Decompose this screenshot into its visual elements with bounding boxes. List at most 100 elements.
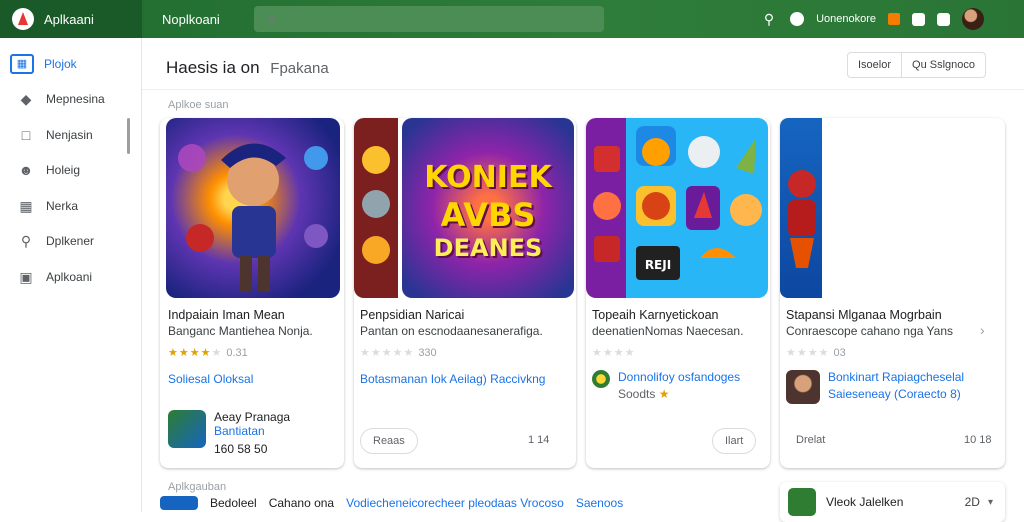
status-dot-icon (790, 12, 805, 26)
rating-value: 330 (418, 346, 437, 359)
page-subtitle: Fpakana (270, 60, 329, 77)
app-artwork: REJI (586, 118, 768, 298)
card-rating: ★★★★★ 330 (360, 346, 437, 360)
card-title: Indpaiain Iman Mean (168, 308, 285, 322)
app-artwork (166, 118, 340, 298)
app-card[interactable]: Stapansi Mlganaa Mogrbain Conraescope ca… (780, 118, 1005, 468)
sidebar-item-label: Dplkener (46, 234, 95, 249)
card-rating: ★★★★★ 0.31 (168, 346, 248, 360)
divider (142, 89, 1024, 90)
developer-thumbnail (168, 410, 206, 448)
developer-sub[interactable]: Saieseneay (Coraecto 8) (828, 387, 964, 401)
card-subtitle: Pantan on escnodaanesanerafiga. (360, 324, 543, 338)
artwork-text-1: KONIEK (424, 160, 552, 195)
sidebar-item-label: Plojok (44, 56, 77, 71)
app-card[interactable]: REJI Topeaih Karnyetickoan deenatienNoma… (586, 118, 770, 468)
app-card[interactable]: Indpaiain Iman Mean Banganc Mantiehea No… (160, 118, 344, 468)
header-button-group: Isoelor Qu Sslgnoco (847, 52, 987, 78)
sidebar-item-label: Aplkoani (46, 269, 93, 284)
card-subtitle: deenatienNomas Naecesan. (592, 324, 744, 338)
developer-stats: 160 58 50 (214, 442, 268, 456)
top-app-bar: Aplkaani Noplkoani ⚲ Uonenokore (0, 0, 1024, 38)
developer-info: Donnolifoy osfandoges Soodts ★ (592, 370, 740, 401)
developer-sub: Soodts ★ (618, 387, 670, 401)
avatar[interactable] (962, 8, 984, 30)
brand[interactable]: Aplkaani (0, 0, 142, 38)
developer-title[interactable]: Bonkinart Rapiagcheselal (828, 370, 964, 384)
status-text: Uonenokore (816, 13, 876, 25)
bottom-item: Cahano ona (268, 496, 335, 510)
gift-icon: ▣ (19, 268, 33, 285)
bottom-thumbnail (160, 496, 198, 510)
grid-icon: ▦ (19, 197, 33, 214)
mini-card-value: 2D (964, 495, 980, 509)
app-card[interactable]: KONIEK AVBS DEANES Penpsidian Naricai Pa… (354, 118, 576, 468)
developer-title: Aeay Pranaga (214, 410, 291, 424)
card-subtitle: Conraescope cahano nga Yans (786, 324, 954, 338)
info-icon[interactable] (912, 12, 925, 26)
game-tiles-icon (593, 126, 762, 280)
developer-title[interactable]: Donnolifoy osfandoges (618, 370, 740, 384)
star-rating-icon: ★★★★ (786, 347, 830, 359)
card-link[interactable]: Soliesal Oloksal (168, 372, 253, 386)
sidebar-item-nerka[interactable]: ▦ Nerka (0, 188, 141, 224)
filter-button[interactable]: Isoelor (848, 53, 901, 77)
notification-icon[interactable] (888, 13, 900, 25)
search-filter-button[interactable]: Qu Sslgnoco (901, 53, 985, 77)
sidebar-item-label: Mepnesina (46, 92, 105, 107)
developer-thumbnail (786, 370, 820, 404)
app-name: Aplkaani (44, 11, 94, 27)
search-input[interactable] (268, 11, 568, 27)
camera-icon[interactable] (937, 12, 950, 26)
sidebar-item-plojok[interactable]: ▦ Plojok (0, 46, 141, 82)
rating-value: 03 (833, 346, 846, 359)
rating-value: 0.31 (226, 346, 248, 359)
card-link[interactable]: Botasmanan Iok Aeilag) Raccivkng (360, 372, 545, 386)
app-artwork: KONIEK AVBS DEANES (402, 118, 574, 298)
sidebar-item-mepnesina[interactable]: ◆ Mepnesina (0, 82, 141, 118)
card-title: Topeaih Karnyetickoan (592, 308, 719, 322)
hero-character-icon (178, 143, 328, 292)
sidebar-item-label: Nenjasin (46, 127, 93, 142)
search-icon[interactable]: ⚲ (760, 10, 778, 28)
section-label: Aplkgauban (168, 481, 227, 493)
apps-icon: ▦ (10, 53, 34, 74)
page-title: Haesis ia on Fpakana (166, 58, 329, 78)
sidebar-scrollbar[interactable] (127, 118, 130, 154)
top-actions: ⚲ Uonenokore (760, 8, 1024, 30)
sidebar-item-label: Holeig (46, 163, 81, 178)
mini-card-title: Vleok Jalelken (826, 495, 904, 509)
card-action-button[interactable]: Ilart (712, 428, 757, 454)
search-icon: ⚲ (20, 233, 32, 250)
page-title-text: Haesis ia on (166, 58, 260, 77)
section-label: Aplkoe suan (168, 99, 229, 111)
bottom-link[interactable]: Vodiecheneicorecheer pleodaas Vrocoso (346, 496, 564, 510)
app-logo-icon (12, 8, 34, 30)
card-action-label[interactable]: Drelat (796, 434, 825, 446)
sidebar-item-label: Nerka (46, 198, 79, 213)
sidebar-item-nenjasin[interactable]: □ Nenjasin (0, 117, 141, 153)
bottom-row: Bedoleel Cahano ona Vodiecheneicorecheer… (160, 496, 623, 510)
developer-sub[interactable]: Bantiatan (214, 424, 290, 438)
card-subtitle: Banganc Mantiehea Nonja. (168, 324, 313, 338)
card-footer-meta: 1 14 (528, 434, 550, 446)
search-bar[interactable] (254, 6, 604, 32)
mini-card[interactable]: Vleok Jalelken 2D ▾ (780, 482, 1005, 522)
artwork-text-2: AVBS (440, 196, 536, 234)
card-rating: ★★★★ (592, 346, 639, 359)
card-footer-meta: 10 18 (964, 434, 992, 446)
chevron-right-icon[interactable]: › (980, 322, 985, 338)
star-rating-icon: ★★★★★ (360, 347, 415, 359)
star-rating-icon: ★★★★★ (168, 347, 223, 359)
developer-info: Aeay Pranaga Bantiatan 160 58 50 (168, 410, 290, 456)
card-action-button[interactable]: Reaas (360, 428, 418, 454)
developer-avatar (592, 370, 610, 388)
chevron-down-icon[interactable]: ▾ (988, 497, 993, 508)
card-title: Stapansi Mlganaa Mogrbain (786, 308, 942, 322)
sidebar-item-dplkener[interactable]: ⚲ Dplkener (0, 224, 141, 260)
sidebar-item-holeig[interactable]: ☻ Holeig (0, 153, 141, 189)
main-content: Haesis ia on Fpakana Isoelor Qu Sslgnoco… (142, 38, 1024, 522)
bottom-link[interactable]: Saenoos (576, 496, 623, 510)
sidebar-item-aplkoani[interactable]: ▣ Aplkoani (0, 259, 141, 295)
book-icon: □ (21, 126, 31, 143)
